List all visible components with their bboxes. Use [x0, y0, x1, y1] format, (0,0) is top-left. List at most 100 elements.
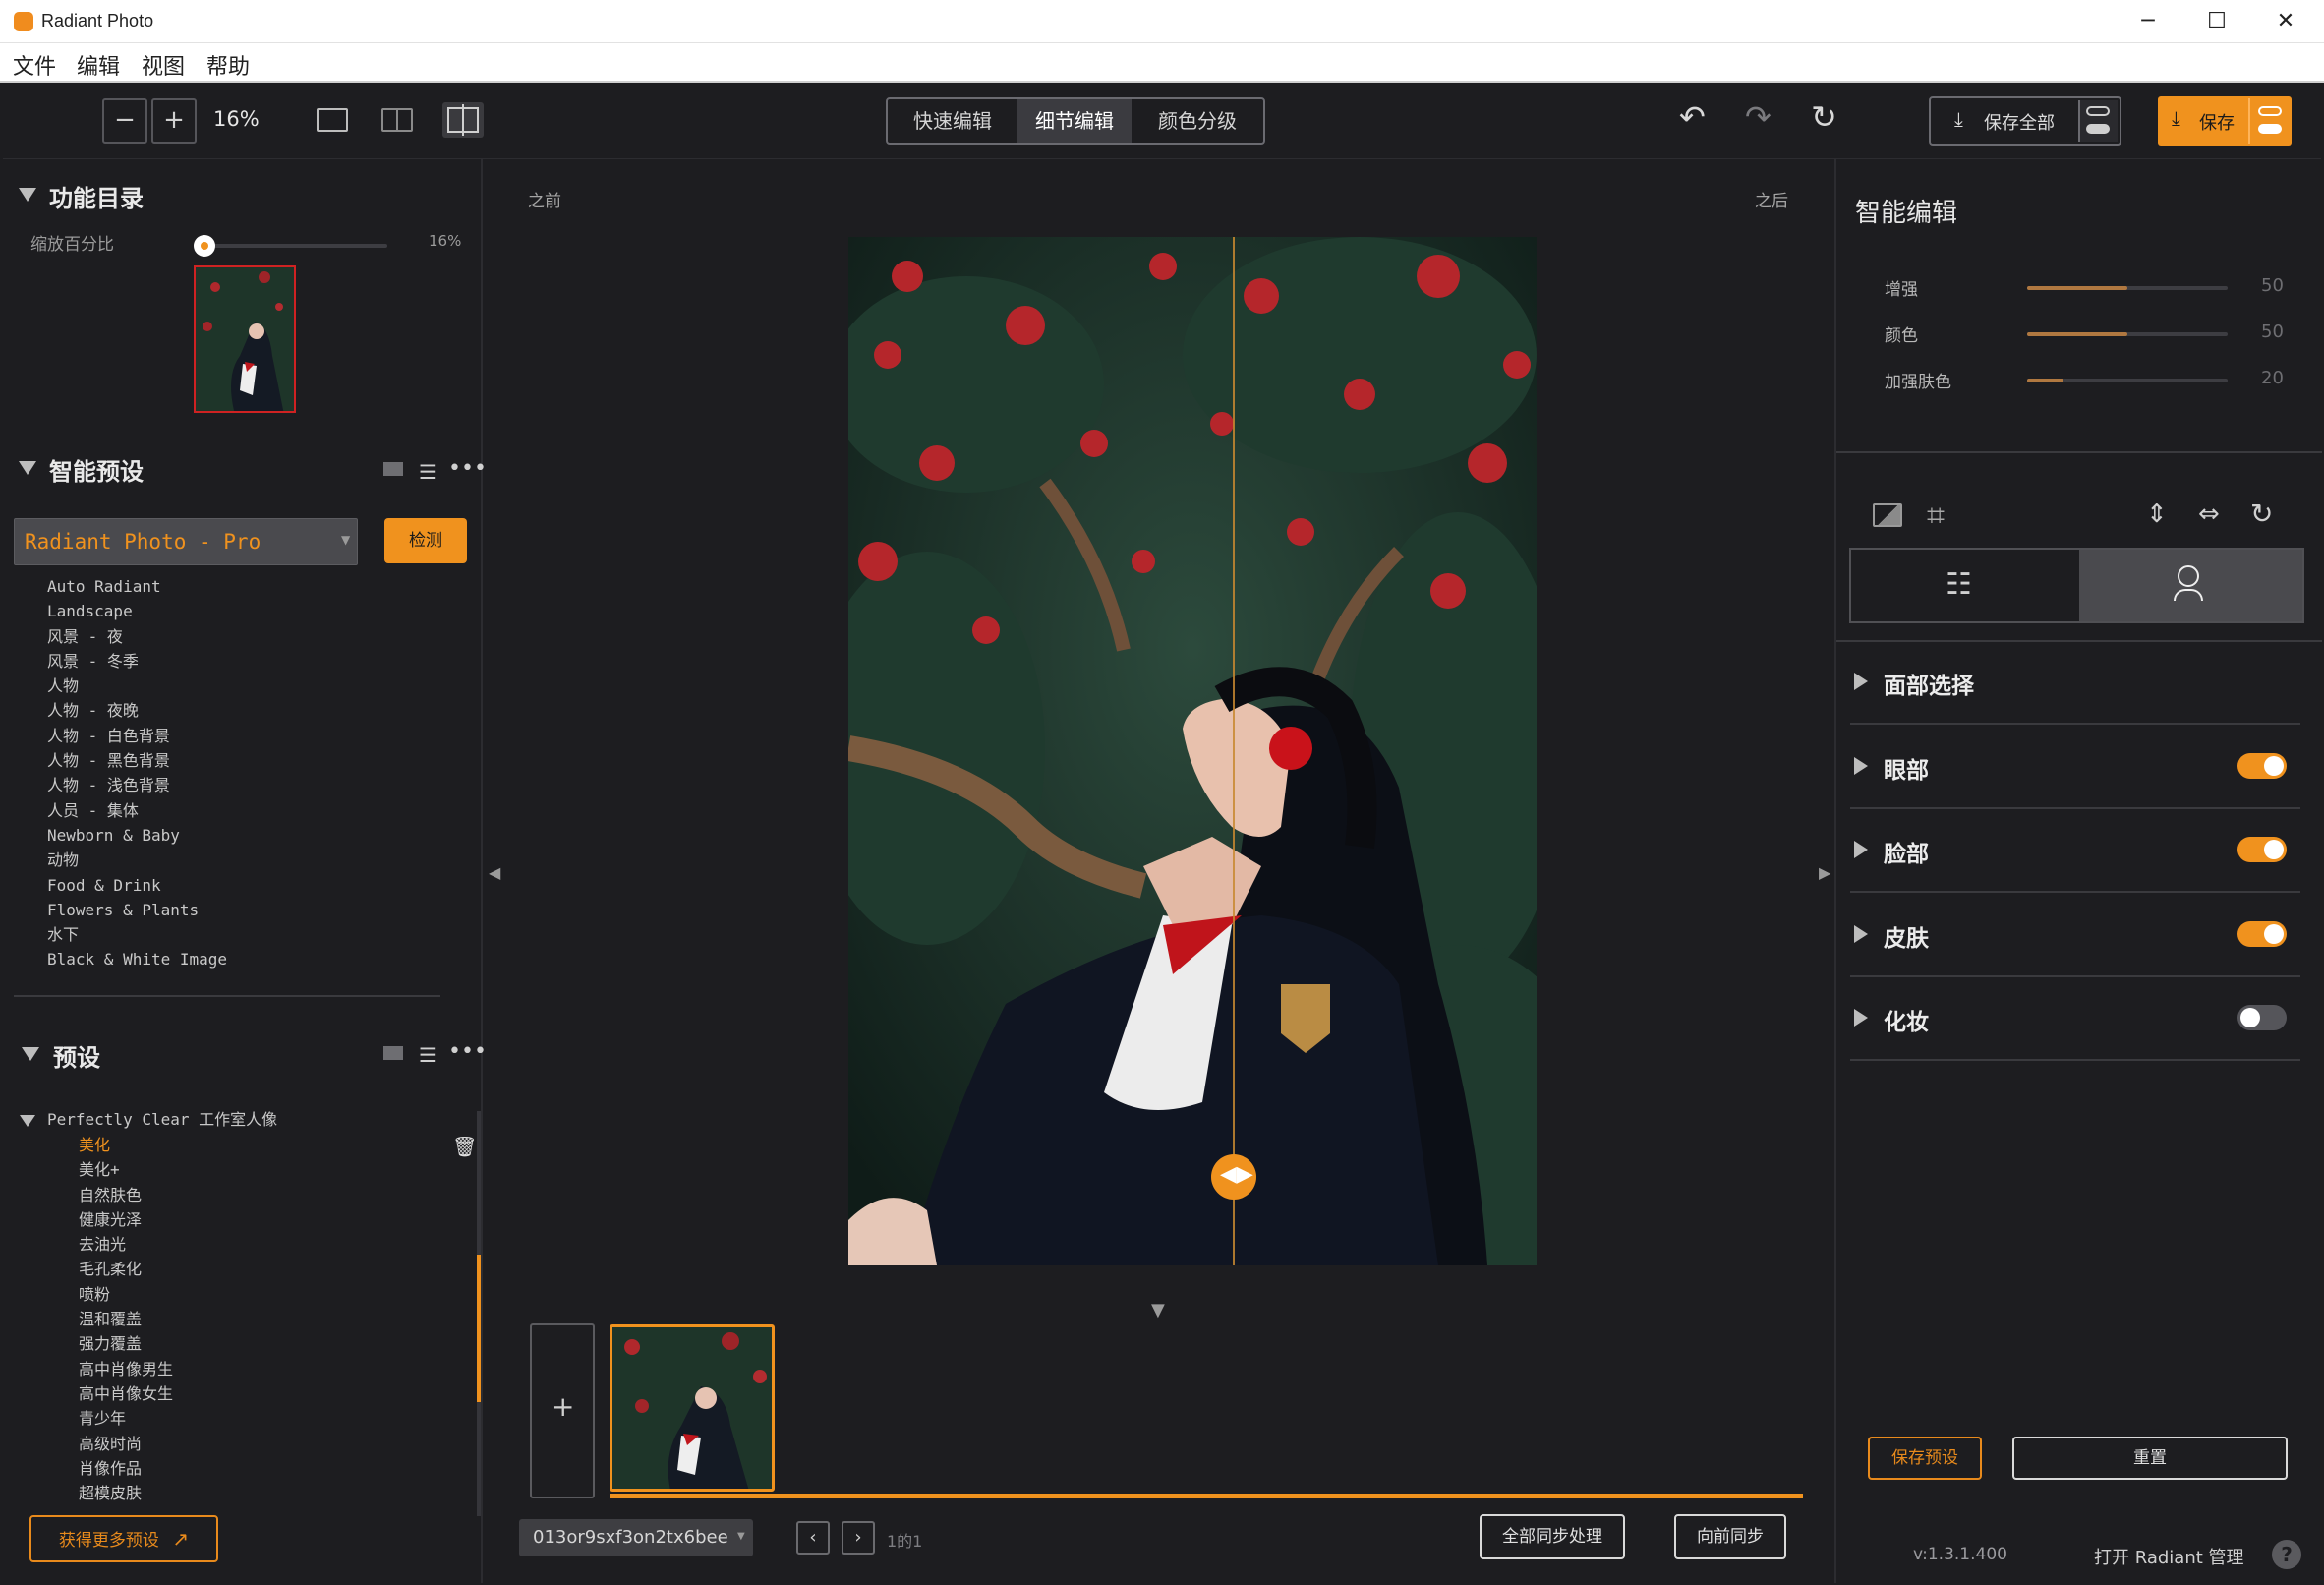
preset-item[interactable]: 肖像作品	[79, 1456, 173, 1481]
smart-preset-item[interactable]: 人物 - 白色背景	[47, 724, 227, 748]
next-image-button[interactable]: ›	[842, 1521, 875, 1555]
menu-help[interactable]: 帮助	[206, 49, 250, 81]
zoom-out-button[interactable]: −	[102, 98, 147, 144]
preset-item[interactable]: 喷粉	[79, 1282, 173, 1307]
preset-item[interactable]: 高级时尚	[79, 1432, 173, 1456]
face-section-toggle[interactable]	[2237, 837, 2287, 862]
zoom-in-button[interactable]: +	[151, 98, 197, 144]
open-manager-link[interactable]: 打开 Radiant 管理	[2094, 1544, 2244, 1569]
smart-preset-item[interactable]: Landscape	[47, 599, 227, 623]
face-section-row[interactable]: 面部选择	[1834, 649, 2322, 734]
get-more-presets-button[interactable]: 获得更多预设 ↗	[29, 1515, 218, 1562]
help-icon[interactable]: ?	[2272, 1540, 2301, 1569]
expand-icon[interactable]	[1854, 757, 1868, 775]
add-image-button[interactable]: +	[530, 1323, 595, 1498]
preset-item[interactable]: 温和覆盖	[79, 1307, 173, 1331]
grid-view-icon[interactable]	[383, 1046, 403, 1060]
redo-icon[interactable]: ↷	[1745, 98, 1772, 136]
save-options-toggle[interactable]	[2248, 98, 2290, 144]
face-section-toggle[interactable]	[2237, 1005, 2287, 1030]
reset-button[interactable]: 重置	[2012, 1437, 2288, 1480]
smart-preset-item[interactable]: Flowers & Plants	[47, 898, 227, 922]
smart-preset-item[interactable]: 人物 - 黑色背景	[47, 748, 227, 773]
smart-preset-item[interactable]: 水下	[47, 922, 227, 947]
collapse-presets-icon[interactable]	[22, 1047, 39, 1061]
smart-preset-item[interactable]: 动物	[47, 848, 227, 872]
file-select[interactable]: 013or9sxf3on2tx6bee ▼	[519, 1519, 753, 1556]
face-section-row[interactable]: 眼部	[1834, 734, 2322, 818]
menu-view[interactable]: 视图	[142, 49, 185, 81]
detect-button[interactable]: 检测	[384, 518, 467, 563]
reset-rotate-icon[interactable]: ↻	[1811, 98, 1837, 136]
preset-item[interactable]: 自然肤色	[79, 1183, 173, 1207]
grid-view-icon[interactable]	[383, 462, 403, 476]
smart-preset-item[interactable]: Food & Drink	[47, 873, 227, 898]
tab-quick-edit[interactable]: 快速编辑	[888, 99, 1017, 143]
flip-vertical-icon[interactable]: ⇕	[2146, 499, 2168, 529]
save-button[interactable]: ⤓ 保存	[2158, 96, 2292, 146]
smart-preset-item[interactable]: 人员 - 集体	[47, 798, 227, 823]
smart-preset-item[interactable]: 风景 - 夜	[47, 624, 227, 649]
smart-preset-item[interactable]: 人物 - 浅色背景	[47, 773, 227, 797]
tab-color-grading[interactable]: 颜色分级	[1132, 99, 1263, 143]
smart-preset-item[interactable]: Auto Radiant	[47, 574, 227, 599]
smart-preset-item[interactable]: Newborn & Baby	[47, 823, 227, 848]
preset-item[interactable]: 超模皮肤	[79, 1481, 173, 1505]
slider-track[interactable]	[2027, 286, 2228, 290]
photo-preview[interactable]	[848, 237, 1537, 1265]
trash-icon[interactable]: 🗑	[452, 1135, 477, 1158]
expand-icon[interactable]	[1854, 1009, 1868, 1027]
collapse-left-icon[interactable]: ◀	[489, 863, 500, 882]
list-view-icon[interactable]: ☰	[419, 460, 436, 484]
split-view-icon[interactable]	[381, 108, 413, 132]
filmstrip-thumbnail[interactable]	[610, 1324, 775, 1492]
compare-view-icon[interactable]	[442, 102, 484, 138]
face-section-toggle[interactable]	[2237, 753, 2287, 779]
face-section-toggle[interactable]	[2237, 921, 2287, 947]
rotate-icon[interactable]: ↻	[2250, 498, 2273, 530]
face-section-row[interactable]: 皮肤	[1834, 902, 2322, 986]
single-view-icon[interactable]	[317, 108, 348, 132]
more-options-icon[interactable]: •••	[448, 456, 487, 481]
previous-image-button[interactable]: ‹	[796, 1521, 830, 1555]
minimize-button[interactable]: ─	[2123, 6, 2173, 37]
save-all-button[interactable]: ⤓ 保存全部	[1929, 96, 2121, 146]
maximize-button[interactable]: ☐	[2192, 6, 2241, 37]
preset-item[interactable]: 高中肖像女生	[79, 1381, 173, 1406]
smart-preset-item[interactable]: Black & White Image	[47, 947, 227, 971]
close-button[interactable]: ✕	[2261, 6, 2310, 37]
preset-item[interactable]: 青少年	[79, 1406, 173, 1431]
sync-all-button[interactable]: 全部同步处理	[1480, 1514, 1625, 1559]
preset-item[interactable]: 去油光	[79, 1232, 173, 1257]
zoom-slider-handle[interactable]	[194, 235, 215, 257]
sync-forward-button[interactable]: 向前同步	[1674, 1514, 1786, 1559]
menu-edit[interactable]: 编辑	[77, 49, 120, 81]
flip-horizontal-icon[interactable]: ⇔	[2198, 499, 2220, 529]
menu-file[interactable]: 文件	[13, 49, 56, 81]
preset-item[interactable]: 高中肖像男生	[79, 1357, 173, 1381]
preset-item[interactable]: 美化+	[79, 1157, 173, 1182]
navigator-thumbnail[interactable]	[194, 265, 296, 413]
preset-item[interactable]: 美化	[79, 1133, 173, 1157]
scrollbar-thumb[interactable]	[477, 1255, 481, 1402]
smart-preset-item[interactable]: 风景 - 冬季	[47, 649, 227, 674]
undo-icon[interactable]: ↶	[1679, 98, 1706, 136]
expand-icon[interactable]	[1854, 925, 1868, 943]
tab-face[interactable]	[2079, 550, 2302, 621]
crop-icon[interactable]: ⌗	[1927, 497, 1945, 535]
collapse-smart-presets-icon[interactable]	[19, 461, 36, 475]
save-preset-button[interactable]: 保存预设	[1868, 1437, 1982, 1480]
expand-icon[interactable]	[1854, 841, 1868, 858]
compare-split-line[interactable]	[1233, 237, 1235, 1265]
tab-detail-edit[interactable]: 细节编辑	[1017, 99, 1132, 143]
compare-split-handle[interactable]: ◀▶	[1211, 1154, 1256, 1200]
preset-group-label[interactable]: Perfectly Clear 工作室人像	[47, 1107, 277, 1132]
preset-item[interactable]: 毛孔柔化	[79, 1257, 173, 1281]
preset-item[interactable]: 强力覆盖	[79, 1331, 173, 1356]
collapse-filmstrip-icon[interactable]: ▼	[1151, 1300, 1165, 1321]
collapse-group-icon[interactable]	[20, 1115, 35, 1127]
image-icon[interactable]	[1873, 503, 1902, 527]
preset-pack-select[interactable]: Radiant Photo - Pro ▼	[14, 518, 358, 565]
tab-adjustments[interactable]: ☷	[1851, 550, 2079, 621]
more-options-icon[interactable]: •••	[448, 1039, 487, 1064]
